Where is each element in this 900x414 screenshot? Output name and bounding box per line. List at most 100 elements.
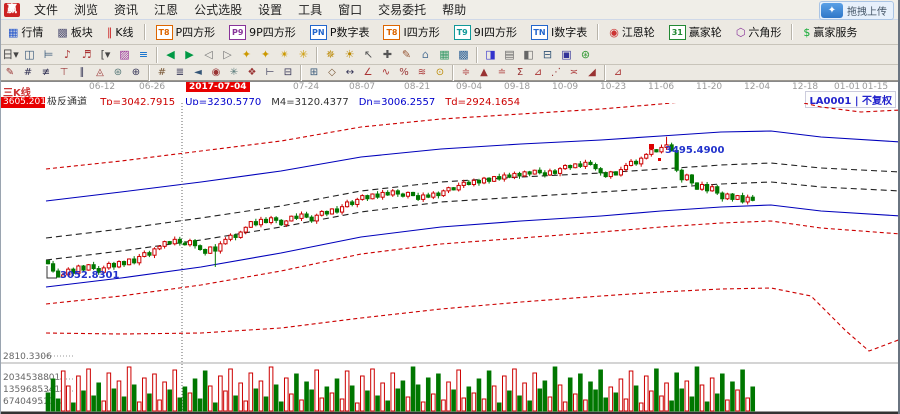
- draw-tool-icon-8[interactable]: ◀: [161, 47, 180, 62]
- analysis-tool-icon-0[interactable]: ✎: [1, 66, 19, 79]
- analysis-tool-icon-11[interactable]: ◉: [207, 66, 225, 79]
- analysis-tool-icon-10[interactable]: ◄: [189, 66, 207, 79]
- analysis-tool-icon-15[interactable]: ⊟: [279, 66, 297, 79]
- menu-item-0[interactable]: 文件: [26, 0, 66, 19]
- toolbar-button-赢家轮[interactable]: 31赢家轮: [663, 21, 728, 43]
- upload-button[interactable]: ✦ 拖拽上传: [819, 1, 894, 20]
- menu-item-6[interactable]: 工具: [290, 0, 330, 19]
- draw-tool-icon-0[interactable]: 日▾: [1, 47, 20, 62]
- analysis-tool-icon-20[interactable]: ∿: [377, 66, 395, 79]
- toolbar-button-六角形[interactable]: ⬡六角形: [730, 21, 788, 43]
- analysis-tool-icon-7[interactable]: ⊕: [127, 66, 145, 79]
- analysis-tool-icon-26[interactable]: ≐: [493, 66, 511, 79]
- toolbar-button-label: 9I四方形: [474, 24, 517, 40]
- draw-tool-icon-12[interactable]: ✦: [237, 47, 256, 62]
- toolbar-button-P数字表[interactable]: PNP数字表: [304, 21, 376, 43]
- draw-tool-icon-23[interactable]: ▩: [454, 47, 473, 62]
- menu-item-5[interactable]: 设置: [250, 0, 290, 19]
- menu-item-7[interactable]: 窗口: [330, 0, 370, 19]
- toolbar-button-江恩轮[interactable]: ◉江恩轮: [603, 21, 661, 43]
- toolbar-button-9I四方形[interactable]: T99I四方形: [448, 21, 523, 43]
- draw-tool-icon-14[interactable]: ✴: [275, 47, 294, 62]
- draw-tool-icon-9[interactable]: ▶: [180, 47, 199, 62]
- analysis-tool-icon-18[interactable]: ↔: [341, 66, 359, 79]
- draw-tool-icon-3[interactable]: ♪: [58, 47, 77, 62]
- analysis-tool-icon-31[interactable]: ◢: [583, 66, 601, 79]
- candle-body: [594, 165, 597, 169]
- draw-tool-icon-7[interactable]: ≡: [134, 47, 153, 62]
- analysis-tool-icon-17[interactable]: ◇: [323, 66, 341, 79]
- analysis-tool-icon-13[interactable]: ❖: [243, 66, 261, 79]
- draw-tool-icon-21[interactable]: ⌂: [416, 47, 435, 62]
- volume-bar: [497, 403, 501, 411]
- analysis-tool-icon-27[interactable]: Σ: [511, 66, 529, 79]
- analysis-tool-icon-28[interactable]: ⊿: [529, 66, 547, 79]
- volume-bar: [87, 369, 91, 411]
- analysis-tool-icon-32[interactable]: ⊿: [609, 66, 627, 79]
- draw-tool-icon-4[interactable]: ♬: [77, 47, 96, 62]
- toolbar-button-I四方形[interactable]: T8I四方形: [377, 21, 445, 43]
- draw-tool-icon-17[interactable]: ☀: [340, 47, 359, 62]
- draw-tool-icon-18[interactable]: ↖: [359, 47, 378, 62]
- menu-item-1[interactable]: 浏览: [66, 0, 106, 19]
- draw-tool-icon-26[interactable]: ◧: [519, 47, 538, 62]
- toolbar-button-P四方形[interactable]: T8P四方形: [150, 21, 222, 43]
- draw-tool-icon-28[interactable]: ▣: [557, 47, 576, 62]
- draw-tool-icon-29[interactable]: ⊛: [576, 47, 595, 62]
- toolbar-button-I数字表[interactable]: TNI数字表: [525, 21, 593, 43]
- candle-body: [178, 239, 181, 243]
- candle-body: [249, 222, 252, 228]
- toolbar-button-K线[interactable]: ∥K线: [101, 21, 140, 43]
- menu-item-3[interactable]: 江恩: [146, 0, 186, 19]
- analysis-tool-icon-25[interactable]: ▲: [475, 66, 493, 79]
- toolbar-separator: [597, 24, 599, 40]
- analysis-tool-icon-23[interactable]: ⊙: [431, 66, 449, 79]
- analysis-tool-icon-16[interactable]: ⊞: [305, 66, 323, 79]
- menu-item-4[interactable]: 公式选股: [186, 0, 250, 19]
- analysis-tool-icon-4[interactable]: ∥: [73, 66, 91, 79]
- toolbar-button-9P四方形[interactable]: P99P四方形: [223, 21, 302, 43]
- volume-bar: [198, 399, 202, 411]
- candlestick-chart[interactable]: 3052.83013495.4900: [1, 103, 898, 414]
- analysis-tool-icon-12[interactable]: ✳: [225, 66, 243, 79]
- toolbar-button-板块[interactable]: ▩板块: [51, 21, 98, 43]
- candle-body: [381, 192, 384, 197]
- menu-item-9[interactable]: 帮助: [434, 0, 474, 19]
- draw-tool-icon-20[interactable]: ✎: [397, 47, 416, 62]
- menu-item-8[interactable]: 交易委托: [370, 0, 434, 19]
- analysis-tool-icon-21[interactable]: %: [395, 66, 413, 79]
- analysis-tool-icon-22[interactable]: ≋: [413, 66, 431, 79]
- analysis-tool-icon-5[interactable]: ◬: [91, 66, 109, 79]
- draw-tool-icon-5[interactable]: [▾: [96, 47, 115, 62]
- analysis-tool-icon-19[interactable]: ∠: [359, 66, 377, 79]
- analysis-tool-icon-24[interactable]: ≑: [457, 66, 475, 79]
- toolbar-button-行情[interactable]: ▦行情: [2, 21, 49, 43]
- toolbar-button-label: 赢家轮: [689, 24, 722, 40]
- analysis-tool-icon-30[interactable]: ≍: [565, 66, 583, 79]
- draw-tool-icon-2[interactable]: ⊨: [39, 47, 58, 62]
- draw-tool-icon-11[interactable]: ▷: [218, 47, 237, 62]
- analysis-tool-icon-6[interactable]: ⊛: [109, 66, 127, 79]
- draw-tool-icon-15[interactable]: ✳: [294, 47, 313, 62]
- analysis-tool-icon-1[interactable]: #: [19, 66, 37, 79]
- toolbar-button-label: I数字表: [551, 24, 587, 40]
- toolbar-button-赢家服务[interactable]: $赢家服务: [797, 21, 863, 43]
- analysis-tool-icon-9[interactable]: ≣: [171, 66, 189, 79]
- draw-tool-icon-25[interactable]: ▤: [500, 47, 519, 62]
- candle-body: [224, 239, 227, 243]
- draw-tool-icon-1[interactable]: ◫: [20, 47, 39, 62]
- analysis-tool-icon-14[interactable]: ⊢: [261, 66, 279, 79]
- draw-tool-icon-6[interactable]: ▨: [115, 47, 134, 62]
- menu-item-2[interactable]: 资讯: [106, 0, 146, 19]
- draw-tool-icon-10[interactable]: ◁: [199, 47, 218, 62]
- draw-tool-icon-27[interactable]: ⊟: [538, 47, 557, 62]
- analysis-tool-icon-3[interactable]: ⊤: [55, 66, 73, 79]
- draw-tool-icon-19[interactable]: ✚: [378, 47, 397, 62]
- draw-tool-icon-24[interactable]: ◨: [481, 47, 500, 62]
- analysis-tool-icon-8[interactable]: #: [153, 66, 171, 79]
- draw-tool-icon-13[interactable]: ✦: [256, 47, 275, 62]
- draw-tool-icon-16[interactable]: ✵: [321, 47, 340, 62]
- draw-tool-icon-22[interactable]: ▦: [435, 47, 454, 62]
- analysis-tool-icon-29[interactable]: ⋰: [547, 66, 565, 79]
- analysis-tool-icon-2[interactable]: ≢: [37, 66, 55, 79]
